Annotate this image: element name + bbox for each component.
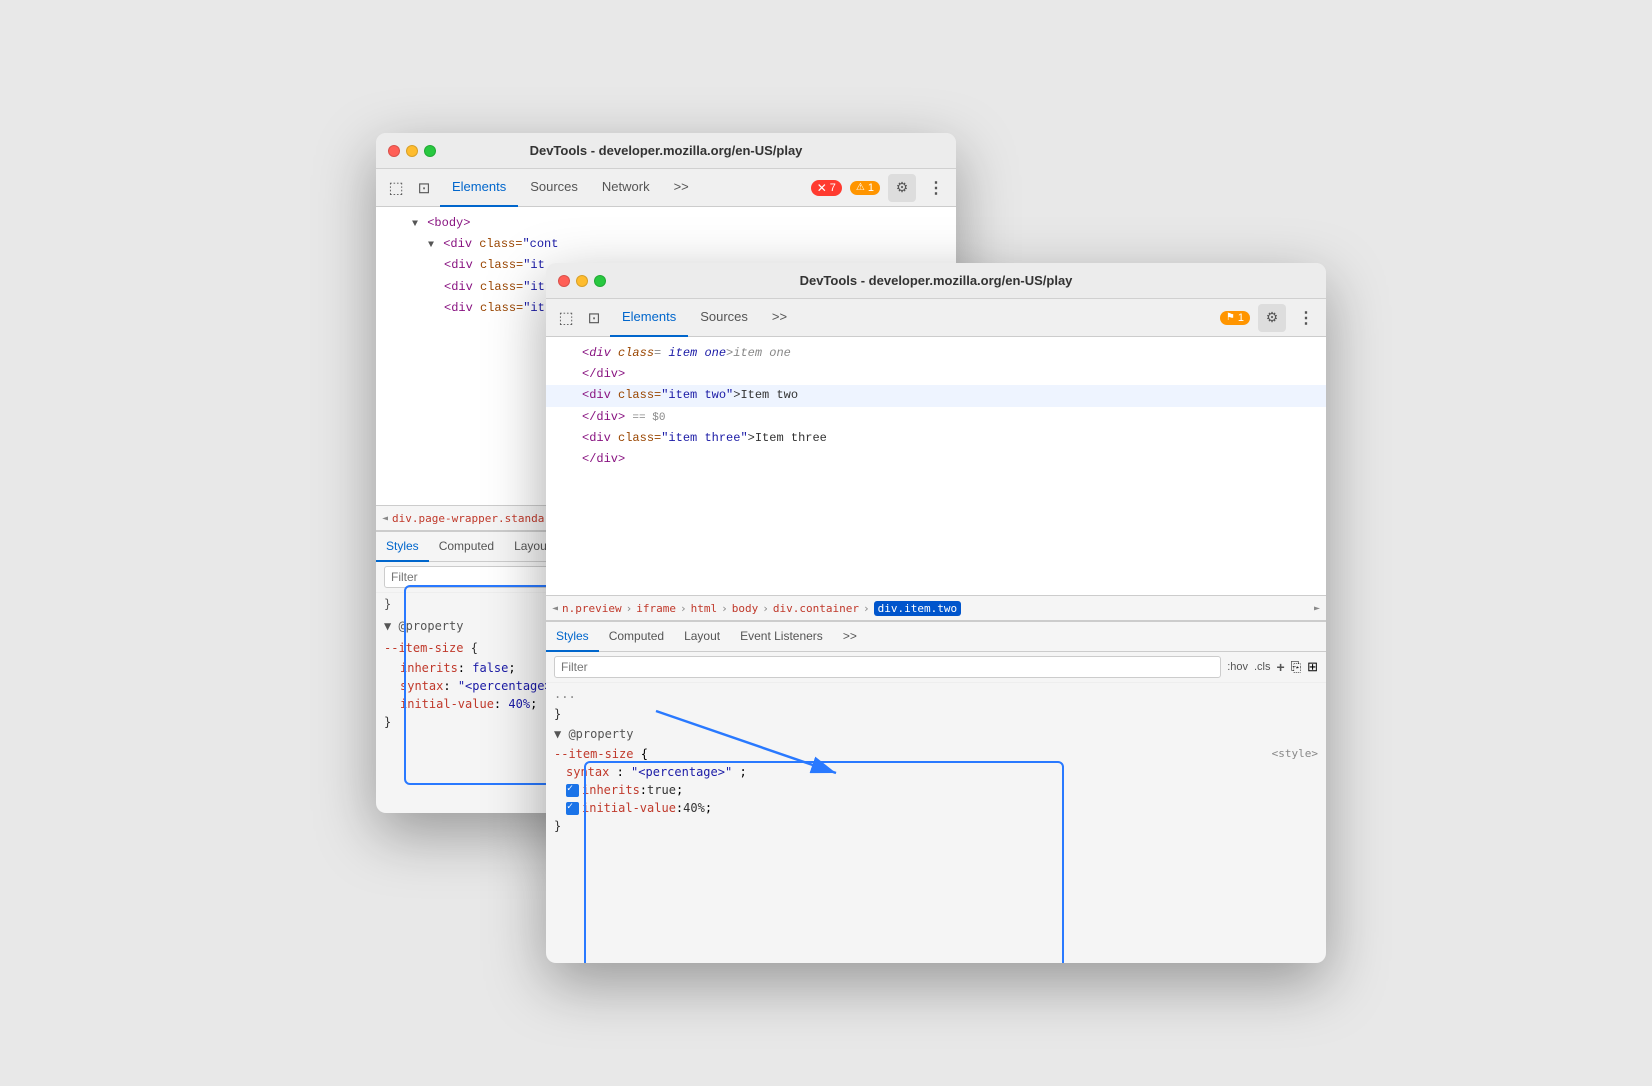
inspector-icon-front[interactable]: ⬚ — [554, 306, 578, 330]
maximize-button-front[interactable] — [594, 275, 606, 287]
more-options-front[interactable]: ⋮ — [1294, 308, 1318, 328]
breadcrumb-front: ◄ n.preview › iframe › html › body › div… — [546, 595, 1326, 621]
inherits-checkbox-front[interactable] — [566, 784, 579, 797]
html-line: <div class= item one>item one — [546, 343, 1326, 364]
styles-tab-back[interactable]: Styles — [376, 532, 429, 562]
hov-button-front[interactable]: :hov — [1227, 661, 1248, 673]
tab-elements-front[interactable]: Elements — [610, 299, 688, 337]
styles-tabs-front: Styles Computed Layout Event Listeners >… — [546, 622, 1326, 652]
tab-bar-back: Elements Sources Network >> — [440, 169, 701, 207]
devtools-window-front: DevTools - developer.mozilla.org/en-US/p… — [546, 263, 1326, 963]
tab-elements-back[interactable]: Elements — [440, 169, 518, 207]
at-property-front: ▼ @property — [554, 727, 633, 741]
error-badge-back: ✕ 7 — [811, 180, 842, 196]
toolbar-right-front: ⚑ 1 ⚙ ⋮ — [1220, 304, 1318, 332]
minimize-button-front[interactable] — [576, 275, 588, 287]
warning-badge-front: ⚑ 1 — [1220, 311, 1250, 325]
more-tabs-front[interactable]: >> — [833, 622, 867, 652]
add-rule-button-front[interactable]: + — [1277, 659, 1285, 675]
responsive-icon-front[interactable]: ⊡ — [582, 306, 606, 330]
toolbar-right-back: ✕ 7 ⚠ 1 ⚙ ⋮ — [811, 174, 948, 202]
minimize-button-back[interactable] — [406, 145, 418, 157]
tab-bar-front: Elements Sources >> — [610, 299, 799, 337]
html-line: </div> == $0 — [546, 407, 1326, 429]
at-property-back: ▼ @property — [384, 619, 463, 633]
title-bar-front: DevTools - developer.mozilla.org/en-US/p… — [546, 263, 1326, 299]
title-bar-back: DevTools - developer.mozilla.org/en-US/p… — [376, 133, 956, 169]
scene: DevTools - developer.mozilla.org/en-US/p… — [376, 133, 1276, 953]
toolbar-front: ⬚ ⊡ Elements Sources >> ⚑ 1 ⚙ ⋮ — [546, 299, 1326, 337]
layout-tab-front[interactable]: Layout — [674, 622, 730, 652]
tab-sources-front[interactable]: Sources — [688, 299, 760, 337]
responsive-icon[interactable]: ⊡ — [412, 176, 436, 200]
close-button-back[interactable] — [388, 145, 400, 157]
tab-network-back[interactable]: Network — [590, 169, 662, 207]
settings-button-back[interactable]: ⚙ — [888, 174, 916, 202]
styles-tab-front[interactable]: Styles — [546, 622, 599, 652]
settings-button-front[interactable]: ⚙ — [1258, 304, 1286, 332]
initial-value-checkbox-front[interactable] — [566, 802, 579, 815]
filter-input-front[interactable] — [554, 656, 1221, 678]
cls-button-front[interactable]: .cls — [1254, 661, 1271, 673]
html-line: ▼ <body> — [376, 213, 956, 234]
traffic-lights-back — [388, 145, 436, 157]
computed-button-front[interactable]: ⊞ — [1307, 659, 1318, 675]
html-line: <div class="item three">Item three — [546, 428, 1326, 449]
devtools-body-front: <div class= item one>item one </div> <di… — [546, 337, 1326, 963]
toolbar-back: ⬚ ⊡ Elements Sources Network >> ✕ — [376, 169, 956, 207]
window-title-front: DevTools - developer.mozilla.org/en-US/p… — [800, 273, 1073, 288]
tab-more-back[interactable]: >> — [662, 169, 701, 207]
traffic-lights-front — [558, 275, 606, 287]
inspector-icon[interactable]: ⬚ — [384, 176, 408, 200]
copy-button-front[interactable]: ⎘ — [1291, 659, 1301, 675]
html-line: </div> — [546, 449, 1326, 470]
event-listeners-tab-front[interactable]: Event Listeners — [730, 622, 833, 652]
window-title-back: DevTools - developer.mozilla.org/en-US/p… — [530, 143, 803, 158]
html-line: </div> — [546, 364, 1326, 385]
tab-sources-back[interactable]: Sources — [518, 169, 590, 207]
warning-badge-back: ⚠ 1 — [850, 181, 880, 195]
computed-tab-front[interactable]: Computed — [599, 622, 674, 652]
html-line: ▼ <div class="cont — [376, 234, 956, 255]
close-button-front[interactable] — [558, 275, 570, 287]
computed-tab-back[interactable]: Computed — [429, 532, 504, 562]
filter-row-front: :hov .cls + ⎘ ⊞ — [546, 652, 1326, 683]
html-tree-front: <div class= item one>item one </div> <di… — [546, 337, 1326, 595]
more-options-back[interactable]: ⋮ — [924, 178, 948, 198]
styles-panel-front: Styles Computed Layout Event Listeners >… — [546, 621, 1326, 963]
html-line: <div class="item two">Item two — [546, 385, 1326, 406]
tab-more-front[interactable]: >> — [760, 299, 799, 337]
maximize-button-back[interactable] — [424, 145, 436, 157]
